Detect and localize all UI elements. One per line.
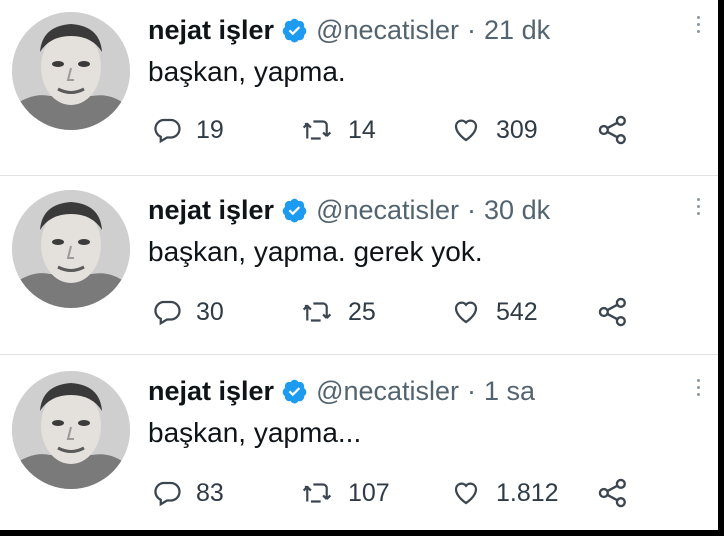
reply-count: 83 [196, 478, 224, 507]
like-count: 542 [496, 297, 538, 326]
tweet[interactable]: nejat işler @necatisler · 30 dk başkan, … [0, 176, 718, 354]
avatar[interactable] [12, 371, 130, 489]
tweet-actions: 83 107 1.812 [148, 473, 648, 513]
tweet-feed: nejat işler @necatisler · 21 dk başkan, … [0, 0, 718, 530]
verified-badge-icon [281, 17, 308, 44]
reply-button[interactable]: 83 [152, 473, 224, 513]
more-options-icon[interactable] [693, 198, 703, 215]
share-button[interactable] [596, 473, 630, 513]
retweet-icon [302, 120, 332, 140]
tweet-header: nejat işler @necatisler · 21 dk [148, 10, 550, 50]
author-name[interactable]: nejat işler [148, 15, 274, 46]
reply-icon [154, 481, 181, 507]
separator: · [467, 194, 477, 225]
tweet-header: nejat işler @necatisler · 30 dk [148, 190, 550, 230]
verified-badge-icon [281, 197, 308, 224]
reply-icon [154, 118, 181, 144]
heart-icon [454, 119, 478, 142]
like-button[interactable]: 309 [450, 110, 538, 150]
tweet-header: nejat işler @necatisler · 1 sa [148, 371, 535, 411]
reply-count: 30 [196, 297, 224, 326]
tweet[interactable]: nejat işler @necatisler · 1 sa başkan, y… [0, 355, 718, 530]
share-button[interactable] [596, 292, 630, 332]
more-options-icon[interactable] [693, 379, 703, 396]
share-icon [598, 115, 626, 145]
tweet[interactable]: nejat işler @necatisler · 21 dk başkan, … [0, 0, 718, 175]
share-icon [598, 478, 626, 508]
like-button[interactable]: 1.812 [450, 473, 559, 513]
avatar[interactable] [12, 190, 130, 308]
retweet-icon [302, 302, 332, 322]
timestamp[interactable]: 1 sa [484, 376, 535, 407]
like-button[interactable]: 542 [450, 292, 538, 332]
tweet-text: başkan, yapma. [148, 56, 346, 87]
retweet-count: 107 [348, 478, 390, 507]
avatar[interactable] [12, 12, 130, 130]
verified-badge-icon [281, 378, 308, 405]
heart-icon [454, 301, 478, 324]
retweet-icon [302, 483, 332, 503]
more-options-icon[interactable] [693, 16, 703, 33]
retweet-button[interactable]: 25 [300, 292, 376, 332]
retweet-button[interactable]: 107 [300, 473, 390, 513]
tweet-actions: 30 25 542 [148, 292, 648, 332]
share-button[interactable] [596, 110, 630, 150]
reply-icon [154, 300, 181, 326]
tweet-actions: 19 14 309 [148, 110, 648, 150]
author-handle[interactable]: @necatisler [316, 15, 459, 46]
separator: · [467, 375, 477, 406]
tweet-text: başkan, yapma. gerek yok. [148, 236, 483, 267]
separator: · [467, 14, 477, 45]
retweet-button[interactable]: 14 [300, 110, 376, 150]
like-count: 309 [496, 115, 538, 144]
tweet-text: başkan, yapma... [148, 417, 362, 448]
reply-button[interactable]: 19 [152, 110, 224, 150]
share-icon [598, 297, 626, 327]
retweet-count: 25 [348, 297, 376, 326]
timestamp[interactable]: 30 dk [484, 195, 550, 226]
reply-count: 19 [196, 115, 224, 144]
retweet-count: 14 [348, 115, 376, 144]
author-handle[interactable]: @necatisler [316, 376, 459, 407]
reply-button[interactable]: 30 [152, 292, 224, 332]
like-count: 1.812 [496, 478, 559, 507]
author-name[interactable]: nejat işler [148, 195, 274, 226]
timestamp[interactable]: 21 dk [484, 15, 550, 46]
author-handle[interactable]: @necatisler [316, 195, 459, 226]
heart-icon [454, 482, 478, 505]
author-name[interactable]: nejat işler [148, 376, 274, 407]
